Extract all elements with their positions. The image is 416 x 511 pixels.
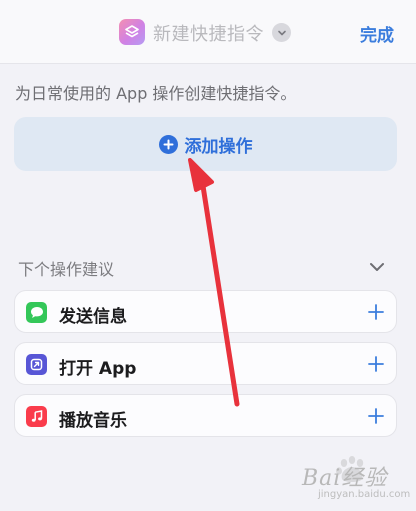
plus-icon[interactable] — [366, 302, 386, 322]
chevron-down-icon[interactable] — [368, 258, 386, 276]
shortcut-title[interactable]: 新建快捷指令 — [153, 20, 264, 46]
suggestions-header: 下个操作建议 — [18, 260, 115, 279]
watermark-text: Bai经验 — [302, 466, 388, 491]
suggestion-send-message[interactable]: 发送信息 — [14, 290, 397, 333]
plus-icon[interactable] — [366, 406, 386, 426]
plus-circle-icon — [158, 134, 178, 154]
shortcuts-app-icon[interactable] — [119, 19, 145, 45]
add-action-label: 添加操作 — [184, 136, 253, 157]
suggestion-label: 播放音乐 — [59, 411, 127, 431]
suggestion-label: 发送信息 — [59, 307, 127, 327]
suggestion-play-music[interactable]: 播放音乐 — [14, 394, 397, 437]
suggestion-label: 打开 App — [59, 359, 137, 379]
layers-icon — [125, 25, 139, 38]
watermark-url: jingyan.baidu.com — [318, 489, 411, 500]
add-action-button[interactable]: 添加操作 — [14, 117, 397, 171]
title-menu-button[interactable] — [272, 23, 291, 42]
music-icon — [26, 406, 47, 427]
navigation-bar: 新建快捷指令 完成 — [0, 0, 416, 64]
messages-icon — [26, 302, 47, 323]
suggestion-open-app[interactable]: 打开 App — [14, 342, 397, 385]
done-button[interactable]: 完成 — [360, 21, 394, 46]
open-app-icon — [26, 354, 47, 375]
chevron-down-icon — [277, 30, 286, 35]
description-text: 为日常使用的 App 操作创建快捷指令。 — [15, 84, 297, 103]
plus-icon[interactable] — [366, 354, 386, 374]
